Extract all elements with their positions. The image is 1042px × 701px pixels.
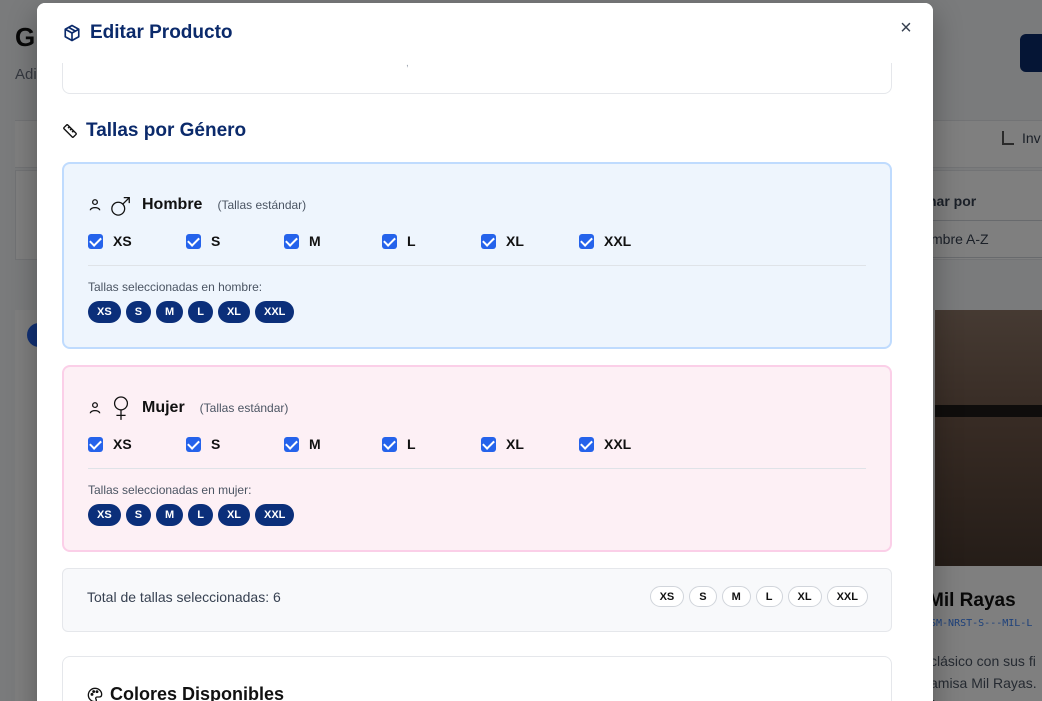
male-size-s-checkbox[interactable]: S bbox=[186, 233, 220, 249]
size-pill: L bbox=[188, 504, 213, 526]
male-size-l-checkbox[interactable]: L bbox=[382, 233, 416, 249]
size-pill: XS bbox=[88, 301, 121, 323]
checkbox-checked[interactable] bbox=[88, 436, 103, 452]
male-size-xxl-checkbox[interactable]: XXL bbox=[579, 233, 631, 249]
package-icon bbox=[64, 24, 80, 42]
size-pill: XL bbox=[217, 504, 250, 526]
ruler-icon bbox=[63, 124, 77, 138]
checkbox-checked[interactable] bbox=[579, 233, 594, 249]
total-sizes-box: Total de tallas seleccionadas: 6 XS S M … bbox=[62, 568, 892, 632]
size-label: S bbox=[211, 233, 221, 249]
size-pill: M bbox=[721, 586, 751, 607]
size-pill: XXL bbox=[826, 586, 868, 607]
female-size-l-checkbox[interactable]: L bbox=[382, 436, 416, 452]
male-size-xl-checkbox[interactable]: XL bbox=[481, 233, 524, 249]
male-header: Hombre (Tallas estándar) bbox=[88, 192, 306, 218]
checkbox-checked[interactable] bbox=[481, 436, 496, 452]
size-label: XXL bbox=[604, 436, 632, 452]
female-size-xxl-checkbox[interactable]: XXL bbox=[579, 436, 631, 452]
checkbox-checked[interactable] bbox=[481, 233, 496, 249]
female-header: Mujer (Tallas estándar) bbox=[88, 395, 288, 421]
female-symbol-icon bbox=[113, 396, 129, 420]
colors-section-title: Colores Disponibles bbox=[87, 684, 284, 701]
male-selected-label: Tallas seleccionadas en hombre: bbox=[88, 280, 263, 294]
size-pill: XXL bbox=[255, 504, 295, 526]
size-label: XS bbox=[113, 436, 132, 452]
colors-section: Colores Disponibles bbox=[62, 656, 892, 701]
checkbox-checked[interactable] bbox=[88, 233, 103, 249]
female-size-xl-checkbox[interactable]: XL bbox=[481, 436, 524, 452]
user-icon bbox=[89, 402, 101, 414]
size-pill: XS bbox=[88, 504, 121, 526]
size-label: XXL bbox=[604, 233, 632, 249]
size-label: M bbox=[309, 436, 321, 452]
colors-section-label: Colores Disponibles bbox=[110, 684, 285, 701]
size-label: XL bbox=[506, 436, 524, 452]
female-selected-sizes: XS S M L XL XXL bbox=[88, 504, 295, 526]
size-pill: XL bbox=[787, 586, 822, 607]
male-note: (Tallas estándar) bbox=[217, 198, 307, 212]
size-pill: L bbox=[755, 586, 783, 607]
size-pill: L bbox=[188, 301, 213, 323]
size-label: S bbox=[211, 436, 221, 452]
divider bbox=[88, 265, 866, 266]
sizes-section-title: Tallas por Género bbox=[62, 120, 246, 142]
female-sizes-box: Mujer (Tallas estándar) XS S M L XL XXL … bbox=[62, 365, 892, 552]
modal-title: Editar Producto bbox=[90, 22, 233, 43]
male-label: Hombre bbox=[142, 196, 203, 213]
male-size-xs-checkbox[interactable]: XS bbox=[88, 233, 132, 249]
size-pill: XL bbox=[217, 301, 250, 323]
close-button[interactable]: × bbox=[897, 18, 915, 38]
size-pill: S bbox=[689, 586, 717, 607]
size-label: M bbox=[309, 233, 321, 249]
male-sizes-box: Hombre (Tallas estándar) XS S M L XL XXL… bbox=[62, 162, 892, 349]
female-size-xs-checkbox[interactable]: XS bbox=[88, 436, 132, 452]
checkbox-checked[interactable] bbox=[579, 436, 594, 452]
size-pill: M bbox=[156, 301, 184, 323]
total-sizes-label: Total de tallas seleccionadas: 6 bbox=[87, 589, 281, 605]
user-icon bbox=[89, 199, 101, 211]
size-label: XS bbox=[113, 233, 132, 249]
modal-header: Editar Producto bbox=[37, 3, 933, 63]
male-size-m-checkbox[interactable]: M bbox=[284, 233, 321, 249]
female-size-m-checkbox[interactable]: M bbox=[284, 436, 321, 452]
size-label: L bbox=[407, 436, 416, 452]
female-size-s-checkbox[interactable]: S bbox=[186, 436, 220, 452]
divider bbox=[88, 468, 866, 469]
checkbox-checked[interactable] bbox=[382, 233, 397, 249]
total-sizes-list: XS S M L XL XXL bbox=[649, 586, 868, 607]
size-label: L bbox=[407, 233, 416, 249]
checkbox-checked[interactable] bbox=[186, 436, 201, 452]
size-pill: M bbox=[156, 504, 184, 526]
male-symbol-icon bbox=[111, 197, 130, 216]
size-pill: XXL bbox=[255, 301, 295, 323]
sizes-section-label: Tallas por Género bbox=[86, 120, 247, 141]
palette-icon bbox=[87, 687, 103, 701]
size-label: XL bbox=[506, 233, 524, 249]
size-pill: S bbox=[125, 301, 152, 323]
size-pill: S bbox=[125, 504, 152, 526]
female-selected-label: Tallas seleccionadas en mujer: bbox=[88, 483, 252, 497]
female-note: (Tallas estándar) bbox=[199, 401, 289, 415]
checkbox-checked[interactable] bbox=[186, 233, 201, 249]
checkbox-checked[interactable] bbox=[284, 436, 299, 452]
checkbox-checked[interactable] bbox=[284, 233, 299, 249]
male-selected-sizes: XS S M L XL XXL bbox=[88, 301, 295, 323]
female-label: Mujer bbox=[142, 399, 185, 416]
size-pill: XS bbox=[649, 586, 685, 607]
edit-product-modal: , Editar Producto × Tallas por Género Ho… bbox=[37, 3, 933, 701]
checkbox-checked[interactable] bbox=[382, 436, 397, 452]
